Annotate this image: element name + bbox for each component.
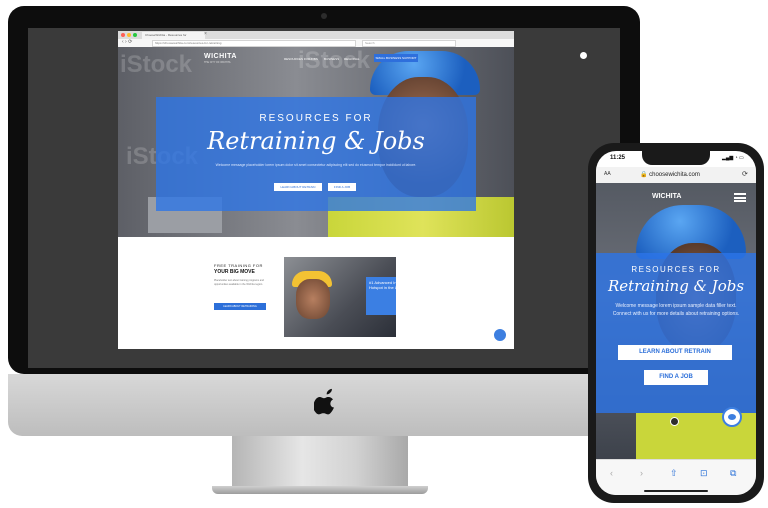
minimize-window-icon[interactable]	[127, 33, 131, 37]
reader-aa-button[interactable]: AA	[604, 171, 611, 177]
find-a-job-button[interactable]: FIND A JOB	[328, 183, 356, 191]
site-logo[interactable]: WICHITA	[204, 53, 237, 60]
learn-about-retrain-button[interactable]: LEARN ABOUT RETRAIN	[274, 183, 322, 191]
nav-link-regional[interactable]: REGIONAL	[344, 57, 360, 61]
mobile-learn-about-retrain-button[interactable]: LEARN ABOUT RETRAIN	[618, 345, 732, 360]
phone-notch	[642, 151, 710, 165]
nav-link-resources[interactable]: RESOURCES FOR	[284, 57, 310, 61]
forward-icon[interactable]: ›	[640, 468, 643, 478]
mobile-hero-title: Retraining & Jobs	[607, 277, 745, 295]
status-icons: ▂▄▆ ◔ ▭	[722, 155, 744, 161]
mobile-address-bar: AA 🔒 choosewichita.com ⟳	[596, 167, 756, 183]
carousel-dot[interactable]	[670, 417, 679, 426]
training-section: FREE TRAINING FOR YOUR BIG MOVE Placehol…	[118, 237, 514, 349]
section-title: YOUR BIG MOVE	[214, 269, 255, 275]
nav-link-jobs[interactable]: JOBS	[310, 57, 318, 61]
search-input[interactable]: Search	[362, 40, 456, 47]
camera-icon	[321, 13, 327, 19]
mobile-hero: WICHITA RESOURCES FOR Retraining & Jobs …	[596, 183, 756, 459]
hero-overlay: RESOURCES FOR Retraining & Jobs Welcome …	[156, 97, 476, 211]
back-icon[interactable]: ‹	[610, 468, 613, 478]
imac-chin	[8, 374, 640, 436]
maximize-window-icon[interactable]	[133, 33, 137, 37]
home-indicator	[644, 490, 708, 492]
worker-image	[296, 279, 330, 319]
tabs-icon[interactable]: ⧉	[730, 468, 736, 479]
iphone-device: 11:25 ▂▄▆ ◔ ▭ AA 🔒 choosewichita.com ⟳ W…	[588, 143, 764, 503]
hero-title: Retraining & Jobs	[207, 127, 425, 155]
hero-kicker: RESOURCES FOR	[259, 113, 373, 124]
mobile-site-logo[interactable]: WICHITA	[652, 193, 681, 200]
mobile-hero-kicker: RESOURCES FOR	[631, 265, 721, 274]
hero-section: iStock iStock iStock WICHITA THE CITY OF…	[118, 47, 514, 237]
nav-link-business[interactable]: BUSINESS	[324, 57, 339, 61]
imac-foot	[212, 486, 428, 494]
hamburger-menu-icon[interactable]	[734, 193, 746, 202]
share-icon[interactable]: ⇧	[670, 468, 678, 479]
phone-screen: 11:25 ▂▄▆ ◔ ▭ AA 🔒 choosewichita.com ⟳ W…	[596, 151, 756, 495]
tab-close-icon[interactable]: ×	[204, 31, 207, 37]
mobile-hero-description: Welcome message lorem ipsum sample data …	[612, 303, 740, 317]
desktop-browser: ChooseWichita - Resources for × ‹ › ⟳ ht…	[118, 31, 514, 349]
tab-bar: ChooseWichita - Resources for ×	[118, 31, 514, 39]
section-photo: #1 Advanced Industry Hotspot in the US	[284, 257, 396, 337]
imac-stand	[232, 436, 408, 488]
url-input[interactable]: https://choosewichita.com/resources-for-…	[152, 40, 356, 47]
status-time: 11:25	[610, 155, 626, 161]
nav-cta-button[interactable]: SMALL BUSINESS SUPPORT	[374, 54, 418, 62]
apple-logo-icon	[314, 388, 334, 415]
section-kicker: FREE TRAINING FOR	[214, 263, 263, 268]
status-dot	[580, 52, 587, 59]
section-text: Placeholder text about training programs…	[214, 279, 264, 286]
mobile-find-a-job-button[interactable]: FIND A JOB	[644, 370, 708, 385]
mobile-hero-overlay: RESOURCES FOR Retraining & Jobs Welcome …	[596, 253, 756, 413]
learn-about-retraining-button[interactable]: LEARN ABOUT RETRAINING	[214, 303, 266, 310]
bookmarks-icon[interactable]: ⊡	[700, 468, 708, 479]
reload-icon[interactable]: ⟳	[742, 170, 748, 178]
messenger-icon[interactable]	[722, 407, 742, 427]
close-window-icon[interactable]	[121, 33, 125, 37]
back-forward-icon[interactable]: ‹ › ⟳	[122, 39, 132, 45]
mobile-url[interactable]: 🔒 choosewichita.com	[640, 171, 700, 178]
browser-tab[interactable]: ChooseWichita - Resources for	[142, 32, 205, 39]
stat-card: #1 Advanced Industry Hotspot in the US	[366, 277, 396, 315]
site-logo-subtitle: THE CITY OF WICHITA	[204, 61, 231, 64]
chat-icon[interactable]	[493, 328, 507, 342]
hero-description: Welcome message placeholder lorem ipsum …	[215, 163, 417, 167]
site-navigation: WICHITA THE CITY OF WICHITA RESOURCES FO…	[118, 47, 514, 71]
